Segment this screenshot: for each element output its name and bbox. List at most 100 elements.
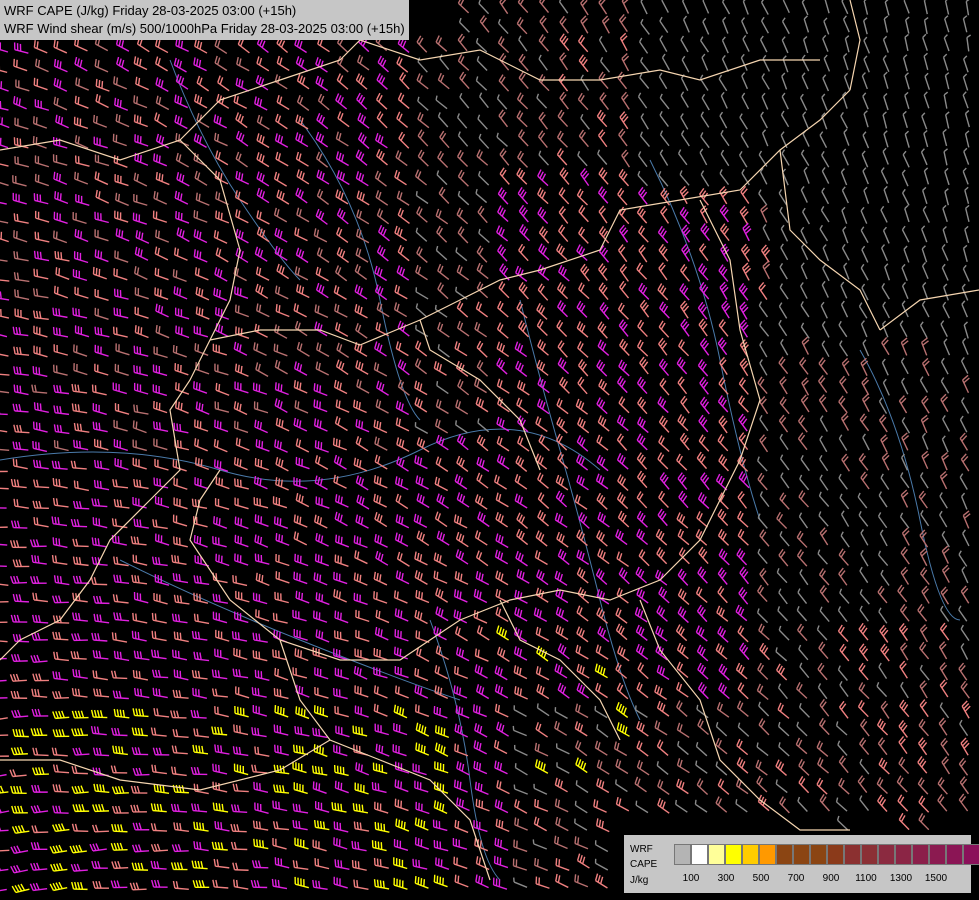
wind-barb [433, 705, 448, 719]
wind-barb [757, 472, 768, 491]
wind-barb [174, 94, 188, 109]
wind-barb [435, 35, 448, 52]
wind-barb [0, 448, 10, 452]
legend-label-unit: J/kg [630, 875, 649, 886]
legend-tick-label: 900 [822, 873, 840, 884]
wind-barb [861, 72, 868, 90]
wind-barb [697, 681, 709, 700]
wind-barb [436, 225, 448, 243]
wind-barb [252, 820, 269, 831]
wind-barb [721, 0, 731, 15]
wind-barb [113, 574, 130, 584]
wind-barb [657, 797, 670, 814]
wind-barb [679, 206, 690, 225]
wind-barb [232, 862, 249, 871]
wind-barb [577, 417, 590, 434]
wind-barb [457, 0, 470, 14]
river-line [0, 428, 601, 482]
wind-barb [700, 132, 710, 149]
wind-barb [172, 572, 189, 584]
wind-barb [858, 622, 869, 641]
wind-barb [437, 344, 450, 358]
wind-barb [295, 56, 309, 72]
wind-barb [336, 55, 349, 73]
wind-barb [457, 131, 469, 147]
wind-barb [273, 207, 288, 223]
wind-barb [718, 377, 729, 395]
wind-barb [496, 341, 510, 358]
wind-barb [477, 114, 488, 130]
wind-barb [919, 547, 928, 567]
wind-barb [597, 415, 610, 432]
wind-barb [233, 94, 248, 109]
wind-barb [72, 556, 89, 567]
wind-barb [175, 152, 190, 168]
wind-barb [516, 512, 529, 529]
wind-barb [961, 337, 969, 355]
wind-barb [715, 643, 728, 660]
wind-barb [963, 321, 969, 339]
wind-barb [414, 570, 428, 585]
wind-barb [675, 799, 688, 813]
wind-barb [112, 479, 129, 489]
wind-barb [175, 211, 190, 224]
wind-barb [374, 512, 388, 528]
wind-barb [940, 357, 949, 375]
wind-barb [254, 669, 270, 681]
wind-barb [533, 783, 548, 795]
wind-barb [414, 422, 429, 434]
wind-barb [817, 549, 828, 565]
wind-barb [473, 760, 488, 775]
wind-barb [514, 799, 528, 814]
legend-tick-label: 1500 [924, 873, 948, 884]
wind-barb [740, 53, 748, 71]
wind-barb [799, 569, 809, 586]
wind-barb [958, 757, 969, 776]
wind-barb [695, 741, 708, 757]
wind-barb [518, 71, 529, 90]
wind-barb [659, 301, 670, 319]
wind-barb [152, 519, 168, 530]
wind-barb [296, 284, 310, 299]
wind-barb [715, 796, 728, 813]
wind-barb [796, 682, 808, 699]
wind-barb [518, 35, 528, 52]
wind-barb [617, 187, 628, 206]
wind-barb [394, 685, 409, 699]
wind-barb [295, 247, 309, 264]
wind-barb [861, 393, 870, 413]
wind-barb [800, 322, 810, 339]
wind-barb [479, 15, 490, 33]
wind-barb [454, 341, 468, 357]
wind-barb [676, 642, 689, 660]
wind-barb [882, 35, 889, 53]
wind-barb [373, 647, 388, 661]
wind-barb [233, 401, 248, 416]
wind-barb [677, 588, 690, 606]
wind-barb [739, 113, 748, 130]
wind-barb [73, 363, 88, 376]
wind-barb [52, 230, 68, 244]
wind-barb [52, 631, 69, 641]
wind-barb [601, 15, 610, 34]
wind-barb [12, 175, 27, 187]
wind-barb [154, 267, 169, 281]
wind-barb [621, 91, 630, 110]
wind-barb [575, 757, 588, 774]
wind-barb [555, 490, 568, 508]
wind-barb [0, 353, 9, 357]
wind-barb [779, 376, 788, 395]
wind-barb [557, 682, 570, 699]
wind-barb [50, 862, 68, 872]
wind-barb [636, 740, 649, 757]
wind-barb [676, 512, 689, 529]
wind-barb [454, 819, 469, 834]
wind-barb [574, 836, 589, 850]
wind-barb [600, 56, 611, 73]
wind-barb [616, 414, 629, 432]
wind-barb [596, 530, 608, 547]
wind-barb [921, 245, 928, 263]
wind-barb [355, 514, 369, 529]
wind-barb [476, 149, 489, 166]
wind-barb [233, 420, 249, 434]
